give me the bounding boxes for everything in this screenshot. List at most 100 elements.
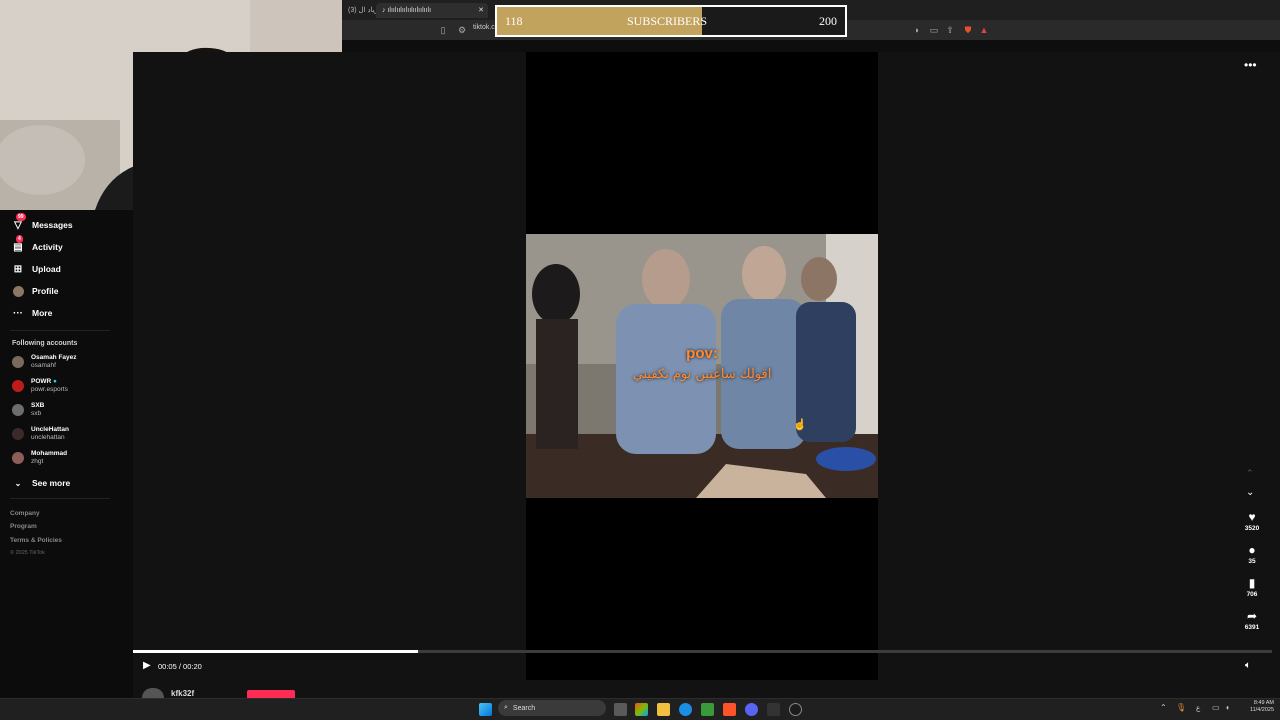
tray-chevron-icon[interactable]: ⌃ [1160,703,1167,712]
nav-more[interactable]: ··· More [12,304,52,322]
nav-label: Messages [32,220,73,230]
nav-upload[interactable]: ⊞ Upload [12,260,61,278]
account-item[interactable]: UncleHattan unclehattan [12,426,69,442]
inbox-icon: ▤ 4 [13,235,23,253]
copyright: © 2025 TikTok [10,550,45,556]
video-progress-bar[interactable] [133,650,1272,653]
account-handle: osamahf [31,362,56,369]
account-item[interactable]: Mohammad zhgt [12,450,67,466]
network-icon[interactable]: ▭ [1212,703,1220,712]
activity-badge: 4 [16,235,23,243]
save-count: 706 [1246,591,1258,598]
url-field[interactable]: tiktok.c [473,24,495,31]
ellipsis-icon: ··· [13,307,23,319]
video-caption-title: pov: [686,345,718,362]
video-image [526,234,878,498]
share-arrow-icon: ➦ [1246,609,1258,623]
avatar [12,452,24,464]
play-icon[interactable]: ▶ [143,660,151,671]
subscriber-goal-overlay: 118 SUBSCRIBERS 200 [495,5,847,37]
avatar-icon [12,285,24,297]
nav-profile[interactable]: Profile [12,282,58,300]
search-label: Search [512,704,536,712]
like-button[interactable]: ♥ 3520 [1240,510,1264,532]
edge-icon[interactable] [679,703,692,716]
following-accounts-title: Following accounts [12,340,78,347]
video-frame[interactable] [526,234,878,498]
account-name: POWR ● [31,378,57,385]
next-video-icon[interactable]: ⌄ [1246,487,1254,498]
avatar [12,380,24,392]
account-handle: unclehattan [31,434,65,441]
nav-activity[interactable]: ▤ 4 Activity [12,235,63,256]
account-handle: zhgt [31,458,44,465]
input-language[interactable]: ع [1196,704,1200,712]
clock-time: 8:49 AM [1253,700,1274,706]
see-more-button[interactable]: ⌄ See more [12,474,71,492]
account-item[interactable]: SXB sxb [12,402,44,418]
tab-title: ılıılıılıılıılıılıılıılı [387,7,432,14]
brave-shield-icon[interactable]: ⛊ [962,24,974,36]
close-tab-icon[interactable]: ✕ [478,3,484,18]
hand-cursor-icon: ☝ [793,419,807,431]
terminal-icon[interactable] [767,703,780,716]
account-item[interactable]: Osamah Fayez osamahf [12,354,77,370]
share-count: 6391 [1244,624,1260,631]
brave-icon[interactable] [723,703,736,716]
cast-icon[interactable]: ▭ [928,24,940,36]
speaker-icon[interactable]: ◖ [1225,703,1230,712]
file-explorer-icon[interactable] [657,703,670,716]
copilot-icon[interactable] [635,703,648,716]
nav-label: Upload [32,264,61,274]
windows-start-icon[interactable] [479,703,492,716]
rewards-icon[interactable]: ▲ [978,24,990,36]
site-settings-icon[interactable]: ⚙ [456,24,468,36]
author-name[interactable]: kfk32f [171,689,194,698]
share-icon[interactable]: ⇪ [944,24,956,36]
share-button[interactable]: ➦ 6391 [1240,609,1264,631]
comment-button[interactable]: ● 35 [1240,543,1264,565]
discord-icon[interactable] [745,703,758,716]
obs-icon[interactable] [789,703,802,716]
follow-button[interactable] [247,690,295,698]
video-timecode: 00:05 / 00:20 [158,662,202,671]
nav-label: More [32,308,53,318]
heart-icon: ♥ [1248,510,1256,524]
divider [10,330,110,331]
audio-icon[interactable]: ◗ [911,24,923,36]
taskbar-search[interactable]: ⌕ Search [498,700,606,716]
paper-plane-icon: ▽ 99 [14,213,26,231]
video-progress-fill [133,650,418,653]
footer-link-program[interactable]: Program [10,523,37,530]
footer-link-company[interactable]: Company [10,510,40,517]
verified-icon: ● [53,378,57,385]
subscriber-label: SUBSCRIBERS [627,14,708,28]
store-icon[interactable] [701,703,714,716]
more-options-icon[interactable]: ••• [1244,58,1257,72]
save-button[interactable]: ▮ 706 [1240,576,1264,598]
task-view-icon[interactable] [614,703,627,716]
avatar [12,404,24,416]
mic-icon[interactable]: 🎙︎ [1176,703,1186,712]
account-name: SXB [31,402,45,409]
comment-count: 35 [1248,558,1256,565]
account-name: UncleHattan [31,426,69,433]
nav-label: Activity [32,242,63,252]
account-item[interactable]: POWR ● powr.esports [12,378,68,394]
browser-tab-active[interactable]: ♪ ılıılıılıılıılıılıılıılı ✕ [376,3,488,18]
video-caption-text: اقولك ساعتين نوم تكفيني [632,367,772,382]
nav-messages[interactable]: ▽ 99 Messages [12,213,73,234]
nav-label: Profile [32,286,59,296]
volume-icon[interactable]: 🔈︎ [1245,660,1251,671]
subscriber-goal: 200 [819,14,837,28]
footer-link-terms[interactable]: Terms & Policies [10,537,62,544]
previous-video-icon[interactable]: ⌃ [1246,468,1254,479]
windows-taskbar: ⌃ 🎙︎ ع ▭ ◖ [0,698,1280,720]
like-count: 3520 [1244,525,1260,532]
subscriber-current: 118 [505,14,523,28]
messages-badge: 99 [16,213,26,221]
account-name: Osamah Fayez [31,354,77,361]
taskbar-clock[interactable]: 8:49 AM 11/4/2025 [1238,700,1274,714]
bookmark-icon[interactable]: ▯ [437,24,449,36]
plus-square-icon: ⊞ [13,263,23,275]
